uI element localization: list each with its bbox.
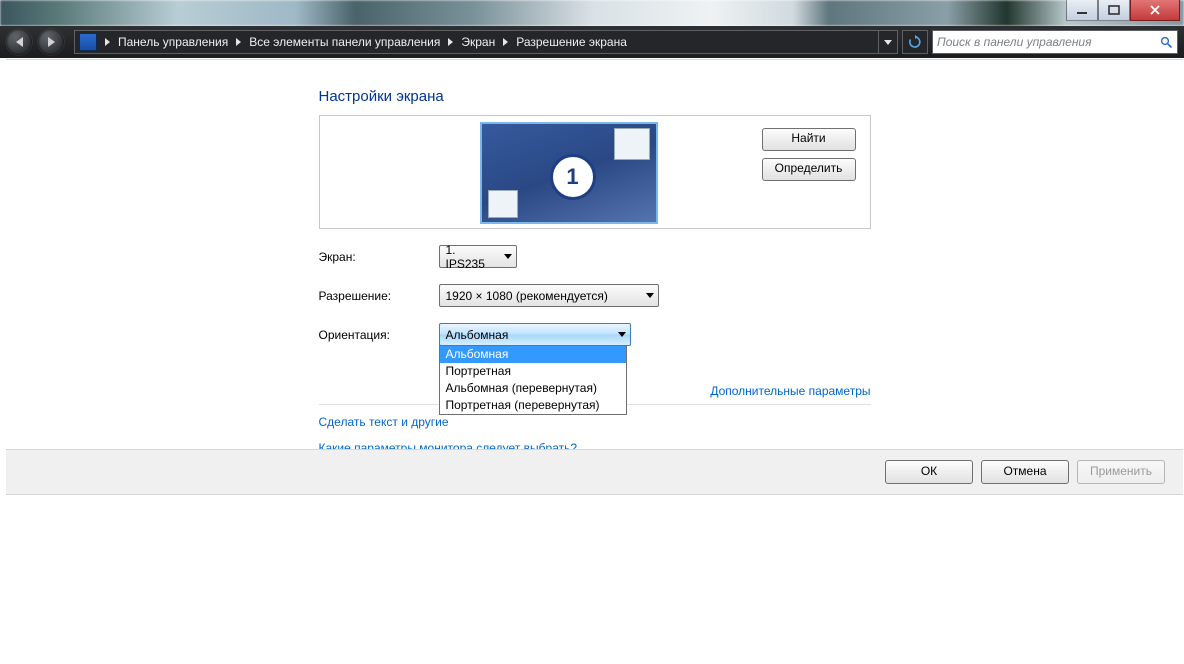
maximize-button[interactable] [1098, 0, 1130, 21]
explorer-toolbar: Панель управления Все элементы панели уп… [0, 26, 1184, 58]
window: Панель управления Все элементы панели уп… [0, 0, 1184, 664]
text-size-link[interactable]: Сделать текст и другие [319, 415, 871, 429]
content-pane: Настройки экрана 1 Найти Определить Экра… [6, 59, 1183, 664]
orientation-option[interactable]: Альбомная [440, 346, 626, 363]
chevron-down-icon [618, 332, 626, 337]
display-preview-panel: 1 Найти Определить [319, 115, 871, 229]
resolution-label: Разрешение: [319, 289, 439, 303]
orientation-options-list: Альбомная Портретная Альбомная (переверн… [439, 345, 627, 415]
breadcrumb-separator-icon [503, 38, 508, 46]
orientation-label: Ориентация: [319, 328, 439, 342]
breadcrumb-separator-icon [105, 38, 110, 46]
search-input[interactable]: Поиск в панели управления [932, 30, 1178, 54]
monitor-preview[interactable]: 1 [480, 122, 658, 224]
orientation-option[interactable]: Портретная (перевернутая) [440, 397, 626, 414]
orientation-option[interactable]: Альбомная (перевернутая) [440, 380, 626, 397]
chevron-down-icon [646, 293, 654, 298]
page-title: Настройки экрана [319, 88, 871, 105]
find-button[interactable]: Найти [762, 128, 856, 151]
search-icon [1160, 36, 1173, 49]
screen-label: Экран: [319, 250, 439, 264]
address-dropdown-button[interactable] [878, 31, 897, 53]
close-button[interactable] [1130, 0, 1180, 21]
breadcrumb-item[interactable]: Все элементы панели управления [245, 35, 444, 49]
refresh-button[interactable] [902, 30, 928, 54]
screen-dropdown[interactable]: 1. IPS235 [439, 245, 517, 268]
orientation-dropdown[interactable]: Альбомная Альбомная Портретная Альбомная… [439, 323, 631, 346]
detect-button[interactable]: Определить [762, 158, 856, 181]
resolution-dropdown[interactable]: 1920 × 1080 (рекомендуется) [439, 284, 659, 307]
nav-forward-button[interactable] [38, 29, 64, 55]
breadcrumb-item[interactable]: Разрешение экрана [512, 35, 631, 49]
orientation-option[interactable]: Портретная [440, 363, 626, 380]
desktop-background-strip [0, 0, 1184, 26]
search-placeholder: Поиск в панели управления [937, 35, 1092, 49]
orientation-value: Альбомная [446, 328, 509, 342]
preview-window-icon [614, 128, 650, 160]
apply-button: Применить [1077, 460, 1165, 484]
chevron-down-icon [504, 254, 512, 259]
breadcrumb-separator-icon [236, 38, 241, 46]
screen-value: 1. IPS235 [446, 243, 496, 271]
control-panel-icon [79, 33, 97, 51]
address-bar[interactable]: Панель управления Все элементы панели уп… [74, 30, 898, 54]
ok-button[interactable]: ОК [885, 460, 973, 484]
cancel-button[interactable]: Отмена [981, 460, 1069, 484]
resolution-value: 1920 × 1080 (рекомендуется) [446, 289, 608, 303]
nav-back-button[interactable] [6, 29, 32, 55]
breadcrumb-item[interactable]: Панель управления [114, 35, 232, 49]
preview-window-icon [488, 190, 518, 218]
breadcrumb-item[interactable]: Экран [457, 35, 499, 49]
minimize-button[interactable] [1066, 0, 1098, 21]
window-caption-buttons [1066, 0, 1180, 21]
breadcrumb-separator-icon [448, 38, 453, 46]
monitor-number-badge: 1 [550, 154, 596, 200]
dialog-button-bar: ОК Отмена Применить [6, 449, 1183, 495]
